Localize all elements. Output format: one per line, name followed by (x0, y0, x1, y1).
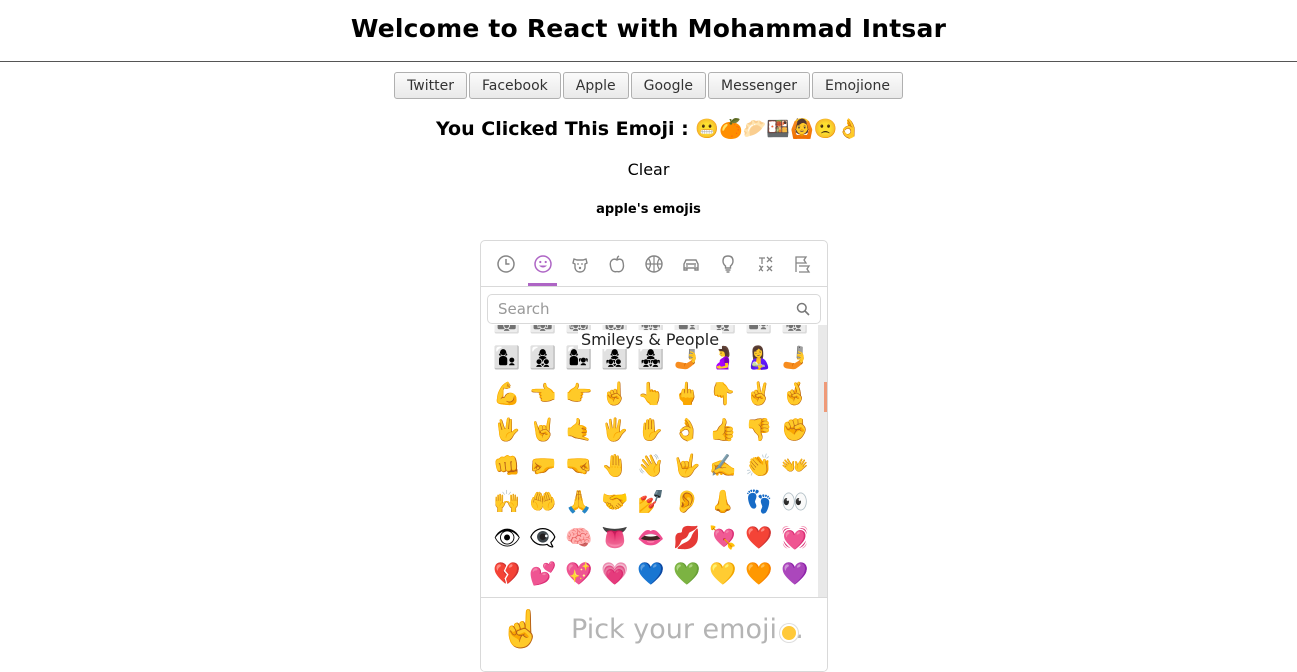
header-divider (0, 61, 1297, 62)
clicked-emoji-label: You Clicked This Emoji : (436, 118, 689, 140)
emoji-button[interactable]: 💕 (525, 556, 561, 592)
emoji-button[interactable]: 🤳 (777, 340, 813, 376)
emoji-button[interactable]: 💘 (705, 520, 741, 556)
emoji-button[interactable]: 👨‍👧 (741, 325, 777, 340)
emoji-button[interactable]: 👣 (741, 484, 777, 520)
emoji-button[interactable]: 🖕 (669, 376, 705, 412)
clicked-emoji-list: 😬🍊🥟🍱🙆🙁👌 (695, 118, 861, 140)
flags-icon[interactable] (784, 241, 821, 286)
emoji-button[interactable]: 💙 (633, 556, 669, 592)
emoji-button[interactable]: 🤜 (561, 448, 597, 484)
emoji-button[interactable]: 🤙 (561, 412, 597, 448)
emoji-button[interactable]: 🖖 (489, 412, 525, 448)
emoji-button[interactable]: 👊 (489, 448, 525, 484)
emoji-button[interactable]: 👅 (597, 520, 633, 556)
scrollbar-thumb[interactable] (824, 382, 827, 412)
smileys-icon[interactable] (524, 241, 561, 286)
emoji-button[interactable]: 👩‍👦 (489, 340, 525, 376)
emoji-button[interactable]: 👩‍👦‍👦 (525, 340, 561, 376)
emoji-button[interactable]: 🤘 (525, 412, 561, 448)
objects-icon[interactable] (710, 241, 747, 286)
emoji-button[interactable]: 🧠 (561, 520, 597, 556)
emoji-button[interactable]: 🧡 (741, 556, 777, 592)
emoji-button[interactable]: 👁‍🗨 (525, 520, 561, 556)
emoji-button[interactable]: 💔 (489, 556, 525, 592)
facebook-button[interactable]: Facebook (468, 72, 561, 99)
emoji-button[interactable]: 👂 (669, 484, 705, 520)
emoji-button[interactable]: 👆 (633, 376, 669, 412)
emoji-button[interactable]: 👈 (525, 376, 561, 412)
emojione-button[interactable]: Emojione (812, 72, 903, 99)
apple-button[interactable]: Apple (562, 72, 629, 99)
emoji-button[interactable]: 👃 (705, 484, 741, 520)
emoji-button[interactable]: 💓 (777, 520, 813, 556)
emoji-button[interactable]: 💖 (561, 556, 597, 592)
emoji-button[interactable]: 🙌 (489, 484, 525, 520)
activity-icon[interactable] (635, 241, 672, 286)
emoji-button[interactable]: 🤱 (741, 340, 777, 376)
animals-icon[interactable] (561, 241, 598, 286)
emoji-button[interactable]: 👍 (705, 412, 741, 448)
search-input[interactable] (487, 294, 821, 324)
emoji-button[interactable]: 🖐 (597, 412, 633, 448)
emoji-button[interactable]: 👁 (489, 520, 525, 556)
emoji-button[interactable]: ❤️ (741, 520, 777, 556)
emoji-set-selector: Twitter Facebook Apple Google Messenger … (0, 72, 1297, 99)
messenger-button[interactable]: Messenger (708, 72, 811, 99)
emoji-set-label: apple's emojis (596, 202, 701, 217)
emoji-button[interactable]: 👎 (741, 412, 777, 448)
preview-emoji: ☝️ (499, 609, 544, 650)
twitter-button[interactable]: Twitter (394, 72, 467, 99)
emoji-button[interactable]: ✌️ (741, 376, 777, 412)
emoji-picker: Smileys & People 👩‍👩‍👦👩‍👩‍👧👩‍👩‍👧‍👦👩‍👩‍👦‍… (480, 240, 828, 672)
emoji-button[interactable]: 🤝 (597, 484, 633, 520)
emoji-button[interactable]: 💗 (597, 556, 633, 592)
emoji-button[interactable]: 🙏 (561, 484, 597, 520)
emoji-button[interactable]: 💚 (669, 556, 705, 592)
emoji-button[interactable]: 💜 (777, 556, 813, 592)
clicked-emoji-display: You Clicked This Emoji : 😬🍊🥟🍱🙆🙁👌 (0, 117, 1297, 140)
category-title: Smileys & People (578, 330, 722, 349)
emoji-button[interactable]: 🤲 (525, 484, 561, 520)
emoji-button[interactable]: 💪 (489, 376, 525, 412)
google-button[interactable]: Google (630, 72, 707, 99)
emoji-button[interactable]: ☝️ (597, 376, 633, 412)
emoji-button[interactable]: 🤞 (777, 376, 813, 412)
page-title: Welcome to React with Mohammad Intsar (350, 14, 947, 43)
emoji-button[interactable]: 👩‍👩‍👦 (489, 325, 525, 340)
emoji-button[interactable]: 👀 (777, 484, 813, 520)
preview-text: Pick your emoji… (571, 614, 804, 645)
scrollbar-track[interactable] (818, 325, 827, 597)
emoji-button[interactable]: 👋 (633, 448, 669, 484)
emoji-button[interactable]: 👄 (633, 520, 669, 556)
clear-button[interactable]: Clear (0, 160, 1297, 179)
emoji-button[interactable]: 🤚 (597, 448, 633, 484)
emoji-button[interactable]: 💛 (705, 556, 741, 592)
emoji-button[interactable]: 👩‍👩‍👧 (525, 325, 561, 340)
emoji-button[interactable]: 🤛 (525, 448, 561, 484)
emoji-button[interactable]: 💅 (633, 484, 669, 520)
emoji-button[interactable]: 💋 (669, 520, 705, 556)
emoji-button[interactable]: ✋ (633, 412, 669, 448)
category-bar (481, 241, 827, 287)
emoji-button[interactable]: 👌 (669, 412, 705, 448)
emoji-scroll-area[interactable]: Smileys & People 👩‍👩‍👦👩‍👩‍👧👩‍👩‍👧‍👦👩‍👩‍👦‍… (481, 325, 827, 597)
skin-tone-button[interactable] (780, 624, 798, 642)
emoji-grid: 👩‍👩‍👦👩‍👩‍👧👩‍👩‍👧‍👦👩‍👩‍👦‍👦👩‍👩‍👧‍👧👨‍👦👨‍👦‍👦👨… (489, 325, 817, 592)
emoji-button[interactable]: 👐 (777, 448, 813, 484)
travel-icon[interactable] (673, 241, 710, 286)
emoji-button[interactable]: ✊ (777, 412, 813, 448)
search-icon (796, 302, 810, 316)
symbols-icon[interactable] (747, 241, 784, 286)
emoji-button[interactable]: ✍️ (705, 448, 741, 484)
emoji-button[interactable]: 👇 (705, 376, 741, 412)
emoji-button[interactable]: 🤟 (669, 448, 705, 484)
food-icon[interactable] (598, 241, 635, 286)
emoji-preview: ☝️ Pick your emoji… (481, 597, 827, 671)
emoji-button[interactable]: 👨‍👧‍👦 (777, 325, 813, 340)
emoji-button[interactable]: 👏 (741, 448, 777, 484)
emoji-button[interactable]: 👉 (561, 376, 597, 412)
recent-icon[interactable] (487, 241, 524, 286)
